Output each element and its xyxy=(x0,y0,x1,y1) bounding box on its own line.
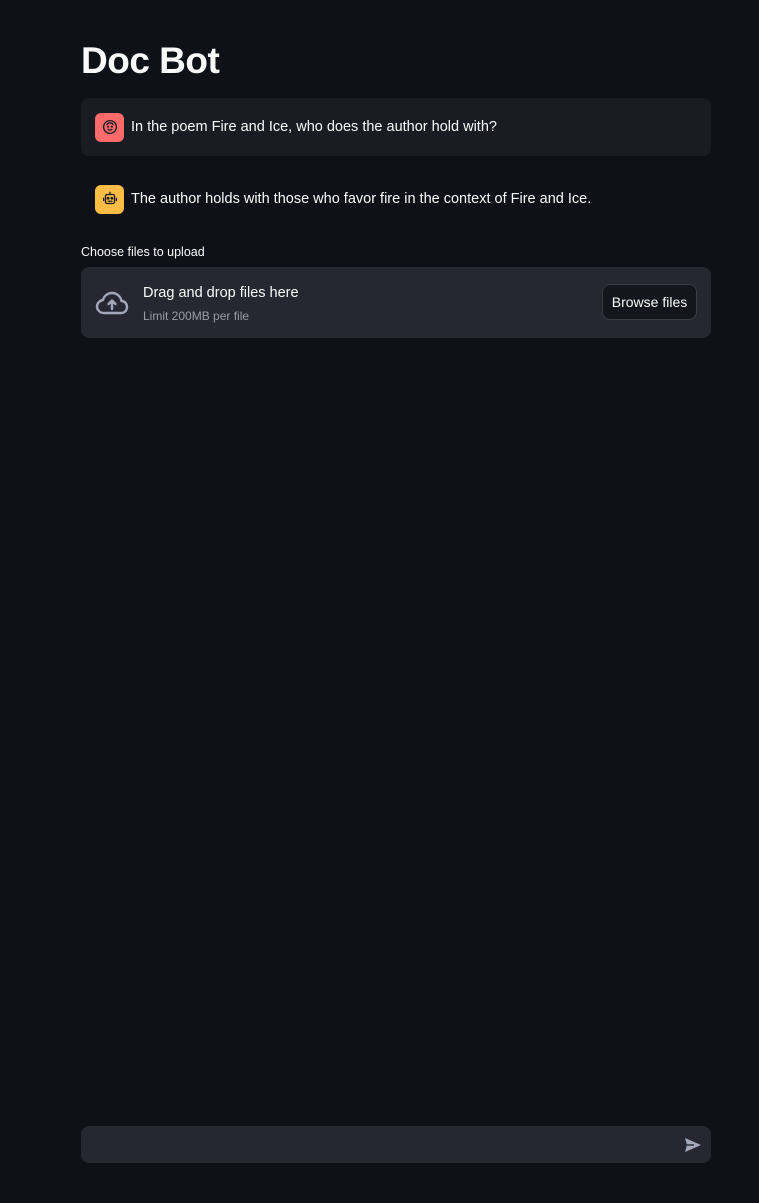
assistant-avatar xyxy=(95,184,124,214)
user-avatar xyxy=(95,112,124,142)
chat-message-text: The author holds with those who favor fi… xyxy=(131,191,592,207)
file-uploader-label: Choose files to upload xyxy=(81,245,205,259)
chat-input-container xyxy=(81,1126,711,1163)
chat-message-user: In the poem Fire and Ice, who does the a… xyxy=(81,98,711,156)
cloud-upload-icon xyxy=(95,291,129,315)
file-dropzone[interactable]: Drag and drop files here Limit 200MB per… xyxy=(81,267,711,338)
dropzone-instructions: Drag and drop files here xyxy=(143,285,299,301)
dropzone-limit-text: Limit 200MB per file xyxy=(143,309,250,323)
chat-message-assistant: The author holds with those who favor fi… xyxy=(81,170,711,228)
smiling-face-icon xyxy=(102,119,117,135)
page-title: Doc Bot xyxy=(81,40,220,81)
chat-input[interactable] xyxy=(81,1126,671,1163)
send-icon xyxy=(685,1138,701,1152)
browse-files-button[interactable]: Browse files xyxy=(602,284,697,320)
chat-message-text: In the poem Fire and Ice, who does the a… xyxy=(131,119,497,135)
robot-icon xyxy=(102,191,117,205)
send-button[interactable] xyxy=(683,1135,703,1155)
